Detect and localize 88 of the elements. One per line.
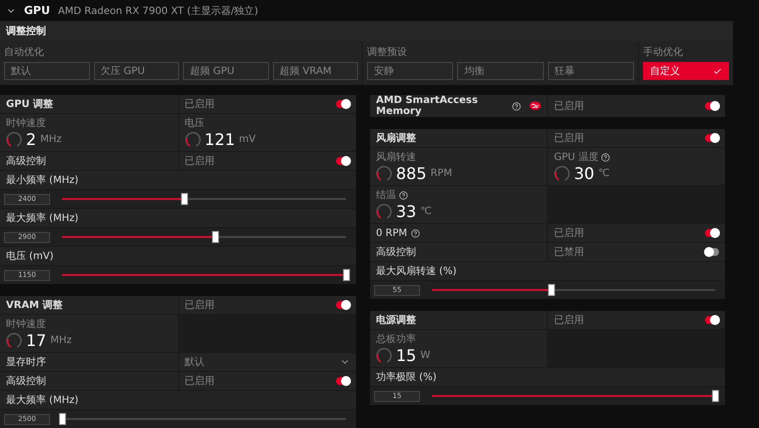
metric-value: 33 (396, 202, 416, 221)
slider-handle[interactable] (181, 193, 188, 205)
metric-label: 结温 (376, 188, 396, 202)
setting-label: 功率极限 (%) (376, 370, 436, 384)
gauge-icon (6, 332, 22, 348)
setting-label: 高级控制 (376, 246, 416, 259)
status-text: 已启用 (554, 314, 585, 327)
setting-label: 最大风扇转速 (%) (376, 264, 456, 278)
toggle-switch[interactable] (705, 316, 719, 324)
setting-label: 0 RPM (376, 228, 408, 238)
metric-unit: ℃ (598, 168, 610, 179)
toggle-switch[interactable] (336, 377, 350, 385)
setting-label: 最大频率 (MHz) (6, 394, 78, 407)
check-icon (713, 66, 722, 76)
metric-value: 30 (574, 164, 594, 183)
toggle-switch[interactable] (705, 248, 719, 256)
help-icon[interactable] (601, 152, 610, 162)
metric-label: 风扇转速 (376, 150, 416, 164)
setting-label: 高级控制 (6, 374, 46, 388)
status-text: 已启用 (184, 154, 216, 168)
setting-label: 高级控制 (6, 154, 46, 168)
slider-handle[interactable] (59, 413, 66, 425)
toggle-switch[interactable] (705, 102, 719, 110)
group-label: 手动优化 (643, 46, 684, 59)
status-text: 已启用 (184, 298, 216, 312)
preset-option[interactable]: 均衡 (457, 62, 544, 80)
slider-handle[interactable] (548, 284, 555, 296)
metric-label: 总板功率 (376, 332, 416, 346)
gauge-icon (376, 166, 392, 182)
metric-unit: RPM (430, 168, 452, 179)
setting-label: 最大频率 (MHz) (6, 212, 78, 225)
metric-value: 15 (396, 346, 416, 365)
slider-handle[interactable] (343, 269, 350, 281)
section-title: GPU (24, 4, 50, 17)
status-text: 已启用 (554, 132, 585, 145)
setting-label: GPU 调整 (6, 98, 54, 111)
metric-label: GPU 温度 (554, 150, 598, 164)
metric-label: 时钟速度 (6, 116, 46, 130)
help-icon[interactable] (411, 228, 420, 238)
status-text: 已启用 (554, 100, 585, 113)
gauge-icon (376, 204, 392, 220)
preset-option[interactable]: 默认 (4, 62, 90, 80)
preset-option[interactable]: 狂暴 (548, 62, 634, 80)
gauge-icon (184, 132, 200, 148)
metric-unit: W (420, 350, 430, 361)
metric-unit: mV (239, 134, 256, 145)
help-icon[interactable] (399, 190, 408, 200)
metric-label: 时钟速度 (6, 318, 46, 331)
toggle-switch[interactable] (336, 100, 350, 108)
setting-label: VRAM 调整 (6, 298, 63, 312)
toggle-switch[interactable] (336, 157, 350, 165)
slider-handle[interactable] (712, 390, 719, 402)
setting-label: 显存时序 (6, 356, 46, 369)
gauge-icon (6, 132, 22, 148)
preset-option[interactable]: 超频 GPU (183, 62, 268, 80)
group-label: 自动优化 (4, 46, 45, 59)
toggle-switch[interactable] (705, 229, 719, 237)
preset-option[interactable]: 超频 VRAM (272, 62, 358, 80)
metric-label: 电压 (184, 116, 204, 130)
setting-label: 电压 (mV) (6, 250, 54, 263)
setting-label: 最小频率 (MHz) (6, 174, 78, 187)
status-text: 已启用 (184, 374, 216, 388)
preset-option[interactable]: 欠压 GPU (94, 62, 179, 80)
gauge-icon (554, 166, 570, 182)
preset-option[interactable]: 安静 (367, 62, 454, 80)
metric-value: 885 (396, 164, 427, 183)
status-text: 已启用 (554, 226, 585, 240)
dropdown[interactable]: 默认 (178, 353, 356, 371)
metric-unit: ℃ (420, 206, 432, 217)
metric-value: 2 (26, 130, 36, 149)
device-name: AMD Radeon RX 7900 XT (主显示器/独立) (58, 4, 258, 18)
metric-value: 121 (204, 130, 236, 149)
slider-handle[interactable] (212, 231, 220, 243)
panel-title: 调整控制 (6, 24, 46, 38)
setting-label: AMD SmartAccess Memory (376, 95, 479, 117)
toggle-switch[interactable] (705, 134, 719, 142)
metric-value: 17 (26, 331, 46, 350)
setting-label: 电源调整 (376, 314, 416, 327)
preset-option[interactable]: 自定义 (643, 62, 729, 80)
metric-unit: MHz (50, 335, 72, 346)
toggle-switch[interactable] (336, 301, 350, 309)
gauge-icon (376, 348, 392, 364)
help-icon[interactable] (512, 102, 521, 110)
group-label: 调整预设 (367, 46, 408, 59)
status-text: 已禁用 (554, 246, 585, 259)
setting-label: 风扇调整 (376, 131, 416, 145)
status-text: 已启用 (184, 98, 216, 111)
metric-unit: MHz (40, 134, 62, 145)
